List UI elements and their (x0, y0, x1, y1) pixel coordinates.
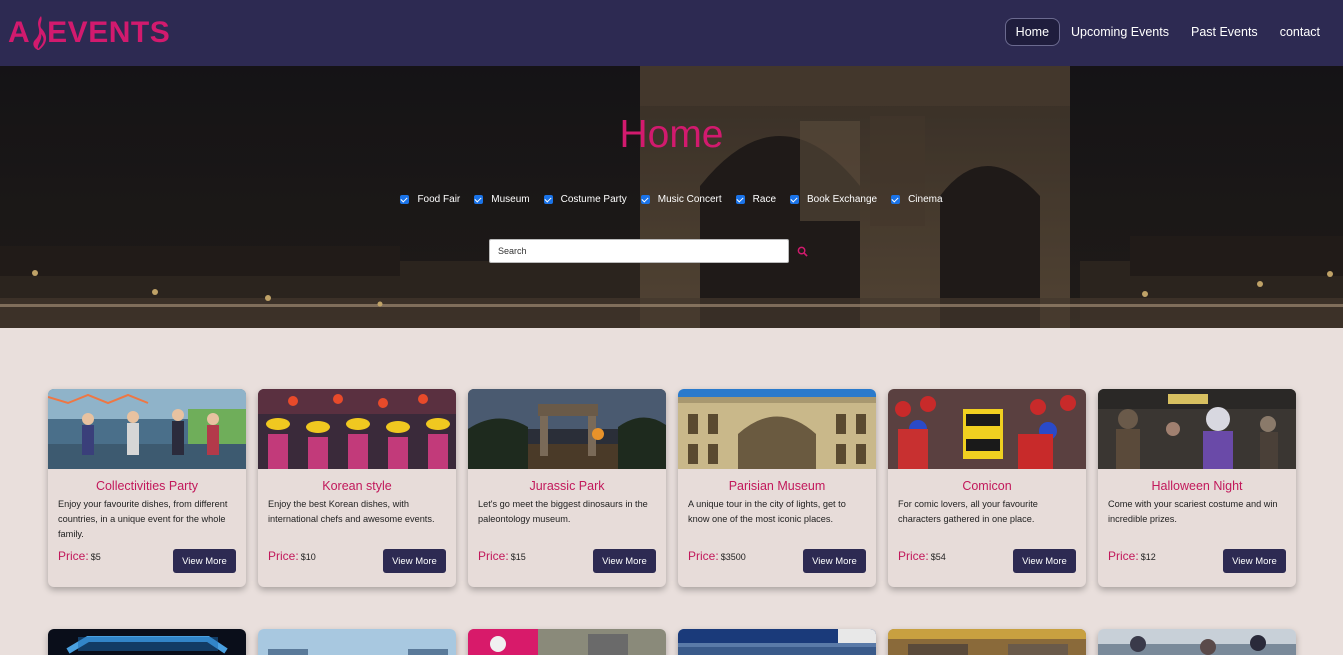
nav-menu: Home Upcoming Events Past Events contact (1004, 18, 1331, 46)
checkbox-checked-icon[interactable] (474, 195, 484, 204)
event-image-halloween (1098, 389, 1296, 469)
event-description: A unique tour in the city of lights, get… (688, 499, 846, 524)
price-label: Price: (58, 549, 89, 563)
filter-cinema[interactable]: Cinema (891, 194, 943, 205)
event-price: Price: $12 (1108, 549, 1156, 563)
event-description: Come with your scariest costume and win … (1108, 499, 1278, 524)
checkbox-checked-icon[interactable] (400, 195, 410, 204)
event-price: Price: $54 (898, 549, 946, 563)
event-image-metallica (48, 629, 246, 655)
filter-book-exchange[interactable]: Book Exchange (790, 194, 877, 205)
event-image-boilermaker-race (678, 629, 876, 655)
event-card: Comicon For comic lovers, all your favou… (888, 389, 1086, 587)
price-label: Price: (688, 549, 719, 563)
view-more-button[interactable]: View More (1013, 549, 1076, 573)
view-more-button[interactable]: View More (173, 549, 236, 573)
price-label: Price: (898, 549, 929, 563)
event-title: Parisian Museum (728, 479, 826, 493)
event-image-jurassic-park (468, 389, 666, 469)
price-value: $5 (90, 552, 101, 562)
event-image-book-exchange (888, 629, 1086, 655)
search-bar (489, 239, 809, 263)
event-title: Jurassic Park (529, 479, 605, 493)
filter-costume-party[interactable]: Costume Party (543, 194, 627, 205)
event-description: Let's go meet the biggest dinosaurs in t… (478, 499, 648, 524)
view-more-button[interactable]: View More (593, 549, 656, 573)
hero-banner: Home Food Fair Museum Costume Party Musi… (0, 66, 1343, 328)
search-input[interactable] (489, 239, 789, 263)
event-price: Price: $10 (268, 549, 316, 563)
brand-logo[interactable]: A EVENTS (8, 13, 170, 53)
event-description: Enjoy the best Korean dishes, with inter… (268, 499, 435, 524)
event-image-party (48, 389, 246, 469)
filter-music-concert[interactable]: Music Concert (640, 194, 722, 205)
price-value: $10 (300, 552, 316, 562)
price-value: $3500 (720, 552, 746, 562)
event-card: Collectivities Party Enjoy your favourit… (48, 389, 246, 587)
category-filters: Food Fair Museum Costume Party Music Con… (0, 194, 1343, 205)
checkbox-checked-icon[interactable] (735, 195, 745, 204)
price-value: $12 (1140, 552, 1156, 562)
price-value: $15 (510, 552, 526, 562)
flame-logo-icon (33, 16, 47, 50)
filter-museum[interactable]: Museum (474, 194, 530, 205)
event-price: Price: $15 (478, 549, 526, 563)
checkbox-checked-icon[interactable] (543, 195, 553, 204)
checkbox-checked-icon[interactable] (640, 195, 650, 204)
event-card: Parisian Museum A unique tour in the cit… (678, 389, 876, 587)
event-image-korean (258, 389, 456, 469)
event-image-race-runners (468, 629, 666, 655)
view-more-button[interactable]: View More (1223, 549, 1286, 573)
logo-wordmark: EVENTS (47, 16, 171, 49)
view-more-button[interactable]: View More (803, 549, 866, 573)
event-image-concert-stage (258, 629, 456, 655)
event-description: Enjoy your favourite dishes, from differ… (58, 499, 228, 539)
nav-past-events[interactable]: Past Events (1180, 18, 1269, 46)
event-cards: Collectivities Party Enjoy your favourit… (48, 389, 1296, 587)
price-label: Price: (478, 549, 509, 563)
checkbox-checked-icon[interactable] (891, 195, 901, 204)
page-title: Home (619, 113, 724, 156)
filter-food-fair[interactable]: Food Fair (400, 194, 460, 205)
event-card: Jurassic Park Let's go meet the biggest … (468, 389, 666, 587)
event-card: Halloween Night Come with your scariest … (1098, 389, 1296, 587)
event-card: Korean style Enjoy the best Korean dishe… (258, 389, 456, 587)
nav-contact[interactable]: contact (1269, 18, 1331, 46)
event-description: For comic lovers, all your favourite cha… (898, 499, 1038, 524)
event-title: Comicon (962, 479, 1012, 493)
event-price: Price: $5 (58, 549, 101, 563)
event-image-cinema (1098, 629, 1296, 655)
event-image-museum (678, 389, 876, 469)
checkbox-checked-icon[interactable] (790, 195, 800, 204)
nav-home[interactable]: Home (1004, 18, 1061, 46)
event-title: Korean style (322, 479, 392, 493)
nav-upcoming-events[interactable]: Upcoming Events (1060, 18, 1180, 46)
price-label: Price: (268, 549, 299, 563)
navbar: A EVENTS Home Upcoming Events Past Event… (0, 0, 1343, 66)
search-icon[interactable] (795, 244, 809, 258)
logo-letter: A (8, 16, 31, 49)
event-price: Price: $3500 (688, 549, 746, 563)
price-value: $54 (930, 552, 946, 562)
view-more-button[interactable]: View More (383, 549, 446, 573)
event-title: Halloween Night (1151, 479, 1243, 493)
event-image-comicon (888, 389, 1086, 469)
price-label: Price: (1108, 549, 1139, 563)
filter-race[interactable]: Race (735, 194, 776, 205)
event-title: Collectivities Party (95, 479, 199, 493)
event-cards-row-2 (48, 629, 1296, 655)
